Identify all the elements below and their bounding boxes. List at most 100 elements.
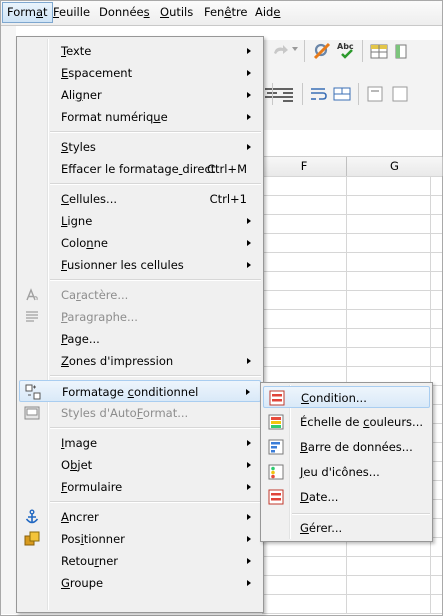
menu-separator <box>50 183 261 185</box>
menu-item-effacer-le-formatage-direct[interactable]: Effacer le formatage direct Ctrl+M <box>19 158 261 180</box>
submenu-arrow-icon <box>247 240 251 246</box>
menu-item-formulaire[interactable]: Formulaire <box>19 476 261 498</box>
submenu-item-label: Barre de données... <box>300 440 413 454</box>
submenu-item-barre-de-donnees[interactable]: Barre de données... <box>263 436 430 458</box>
menu-item-ligne[interactable]: Ligne <box>19 210 261 232</box>
menu-item-label: Texte <box>61 44 92 58</box>
wrap-text-icon[interactable] <box>308 84 328 104</box>
merge-cells-icon[interactable] <box>332 84 352 104</box>
menu-item-label: Caractère... <box>61 288 129 302</box>
menu-item-shortcut: Ctrl+M <box>206 162 247 176</box>
menu-item-colonne[interactable]: Colonne <box>19 232 261 254</box>
insert-col-icon[interactable] <box>392 41 412 61</box>
menu-item-objet[interactable]: Objet <box>19 454 261 476</box>
menu-item-groupe[interactable]: Groupe <box>19 572 261 594</box>
menu-item-label: Ligne <box>61 214 93 228</box>
insert-row-icon[interactable] <box>369 41 389 61</box>
submenu-arrow-icon <box>247 144 251 150</box>
spellcheck-icon[interactable]: Abc <box>336 40 356 60</box>
menu-item-texte[interactable]: Texte <box>19 40 261 62</box>
toolbar-separator <box>302 83 303 105</box>
menu-aide[interactable]: Aide <box>251 3 284 22</box>
menubar: Format Feuille Données Outils Fenêtre Ai… <box>1 1 442 26</box>
submenu-arrow-icon <box>247 514 251 520</box>
menu-item-formatage-conditionnel[interactable]: Formatage conditionnel <box>19 380 261 402</box>
submenu-item-jeu-d-icones[interactable]: Jeu d'icônes... <box>263 461 430 483</box>
submenu-item-label: Échelle de couleurs... <box>300 415 424 429</box>
menu-item-label: Groupe <box>61 576 104 590</box>
menu-item-label: Formatage conditionnel <box>62 385 199 399</box>
menu-feuille[interactable]: Feuille <box>49 3 94 22</box>
submenu-separator <box>292 513 430 515</box>
menu-item-label: Styles d'AutoFormat... <box>61 406 189 420</box>
menu-donnees[interactable]: Données <box>95 3 154 22</box>
submenu-arrow-icon <box>247 92 251 98</box>
submenu-arrow-icon <box>247 114 251 120</box>
submenu-arrow-icon <box>247 484 251 490</box>
submenu-item-gerer[interactable]: Gérer... <box>263 517 430 539</box>
menu-item-label: Ancrer <box>61 510 99 524</box>
menu-item-label: Fusionner les cellules <box>61 258 184 272</box>
menu-item-cellules[interactable]: Cellules... Ctrl+1 <box>19 188 261 210</box>
submenu-arrow-icon <box>247 462 251 468</box>
toolbar: Abc <box>262 40 442 130</box>
menu-item-label: Objet <box>61 458 93 472</box>
anchor-icon <box>25 509 39 524</box>
menu-separator <box>50 501 261 503</box>
menu-item-zones-d-impression[interactable]: Zones d'impression <box>19 350 261 372</box>
format-menu: Texte Espacement Aligner Format numérique St… <box>16 36 264 613</box>
menu-item-format-numerique[interactable]: Format numérique <box>19 106 261 128</box>
align-middle-icon[interactable] <box>390 84 410 104</box>
menu-item-label: Espacement <box>61 66 133 80</box>
toolbar-separator <box>272 83 273 105</box>
menu-item-label: Zones d'impression <box>61 354 174 368</box>
icon-set-icon <box>268 464 284 480</box>
menu-separator <box>50 375 261 377</box>
menu-item-label: Page... <box>61 332 100 346</box>
character-icon <box>26 288 38 301</box>
menu-item-espacement[interactable]: Espacement <box>19 62 261 84</box>
redo-icon[interactable] <box>270 41 290 61</box>
column-header-f[interactable]: F <box>262 157 347 176</box>
submenu-arrow-icon <box>247 580 251 586</box>
menu-outils[interactable]: Outils <box>156 3 197 22</box>
menu-item-caractere: Caractère... <box>19 284 261 306</box>
menu-item-label: Cellules... <box>61 192 118 206</box>
menu-item-ancrer[interactable]: Ancrer <box>19 506 261 528</box>
menu-item-paragraphe: Paragraphe... <box>19 306 261 328</box>
submenu-item-date[interactable]: Date... <box>263 486 430 508</box>
column-header-g[interactable]: G <box>347 157 443 176</box>
data-bar-icon <box>268 439 284 455</box>
menu-item-image[interactable]: Image <box>19 432 261 454</box>
menu-item-label: Styles <box>61 140 96 154</box>
submenu-arrow-icon <box>246 389 250 395</box>
arrange-icon <box>24 531 40 546</box>
menu-separator <box>50 131 261 133</box>
submenu-item-echelle-de-couleurs[interactable]: Échelle de couleurs... <box>263 411 430 433</box>
menu-format[interactable]: Format <box>2 2 53 23</box>
menu-item-page[interactable]: Page... <box>19 328 261 350</box>
menu-item-aligner[interactable]: Aligner <box>19 84 261 106</box>
menu-item-retourner[interactable]: Retourner <box>19 550 261 572</box>
menu-fenetre[interactable]: Fenêtre <box>200 3 252 22</box>
conditional-format-icon <box>25 384 41 400</box>
paragraph-icon <box>26 311 38 322</box>
find-replace-icon[interactable] <box>312 41 332 61</box>
menu-item-positionner[interactable]: Positionner <box>19 528 261 550</box>
submenu-arrow-icon <box>247 558 251 564</box>
submenu-item-condition[interactable]: Condition... <box>263 386 430 408</box>
submenu-arrow-icon <box>247 218 251 224</box>
conditional-format-submenu: Condition... Échelle de couleurs... Barre … <box>260 382 433 542</box>
menu-item-label: Paragraphe... <box>61 310 138 324</box>
dropdown-arrow-icon[interactable] <box>292 47 298 53</box>
menu-item-styles[interactable]: Styles <box>19 136 261 158</box>
menu-separator <box>50 279 261 281</box>
menu-item-fusionner-les-cellules[interactable]: Fusionner les cellules <box>19 254 261 276</box>
submenu-item-label: Jeu d'icônes... <box>300 465 380 479</box>
align-right-icon[interactable] <box>276 84 296 104</box>
column-header-bar: F G <box>262 156 443 177</box>
submenu-arrow-icon <box>247 48 251 54</box>
color-scale-icon <box>268 414 284 430</box>
toolbar-separator <box>304 40 305 62</box>
align-top-icon[interactable] <box>365 84 385 104</box>
